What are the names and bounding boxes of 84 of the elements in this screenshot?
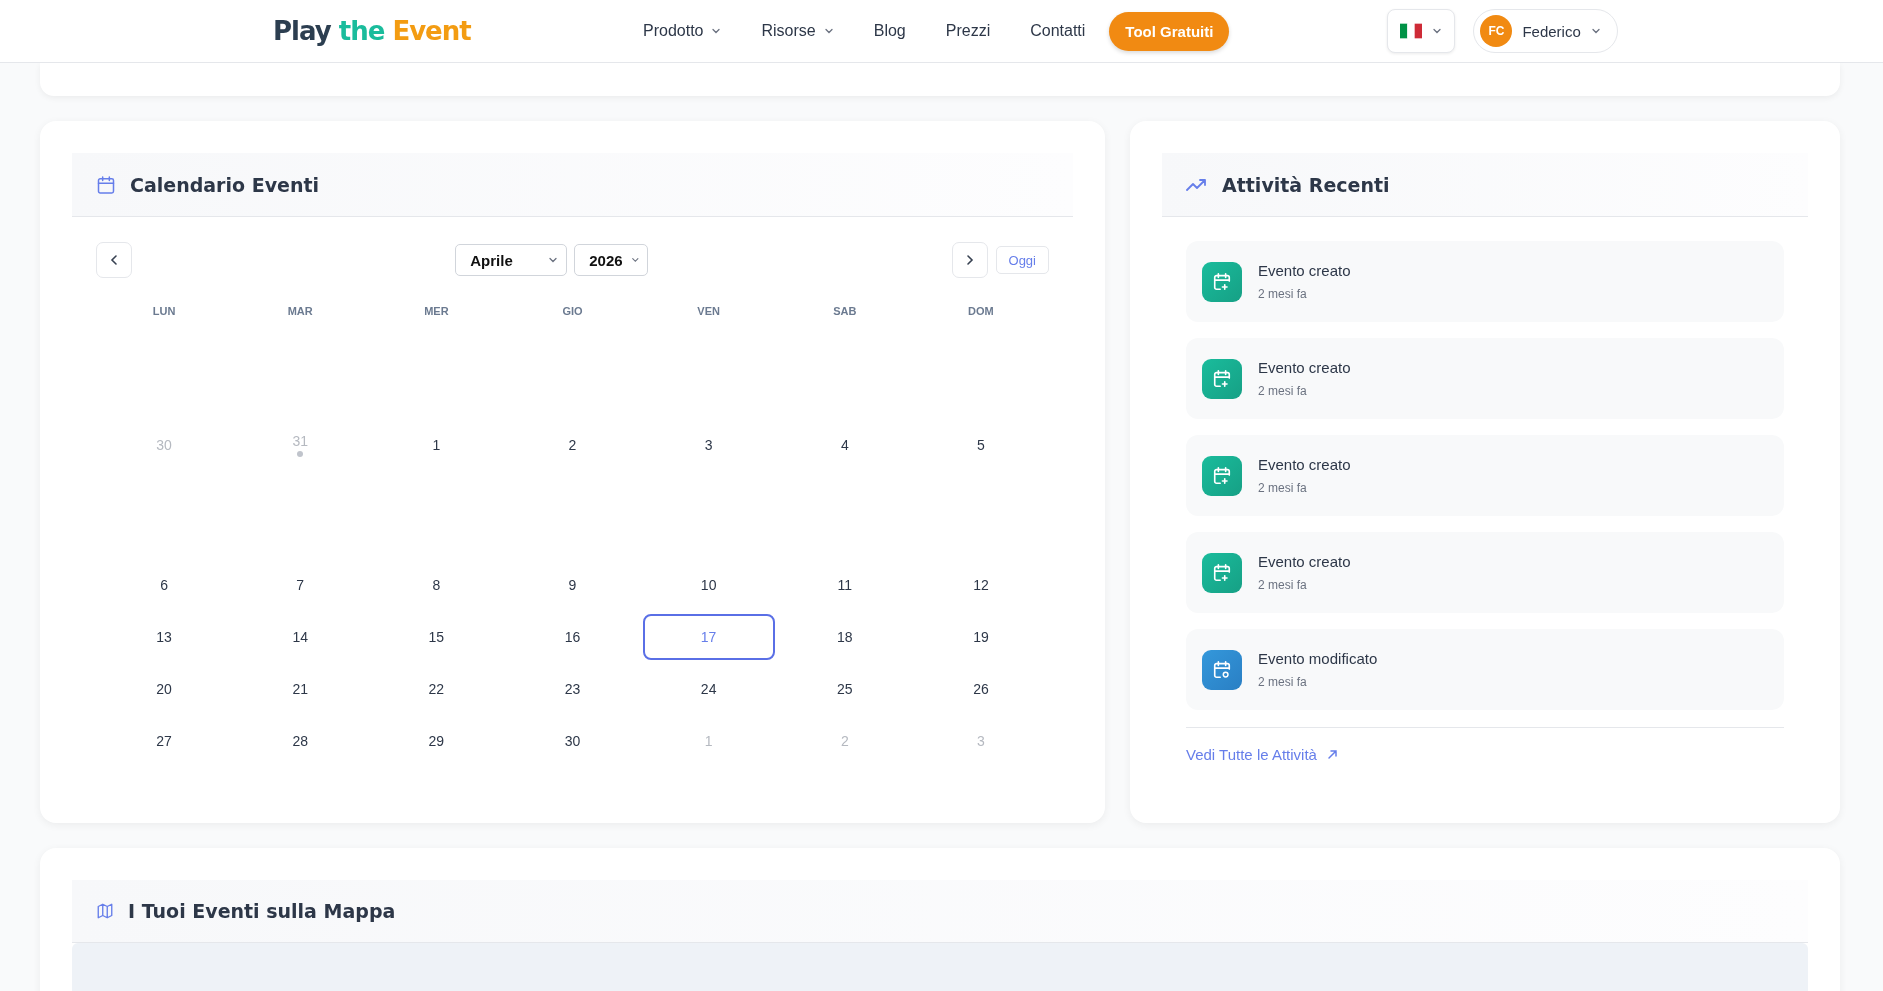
- card-title: Attività Recenti: [1222, 173, 1390, 196]
- activity-title: Evento creato: [1258, 553, 1351, 570]
- selected-day[interactable]: 17: [642, 614, 775, 660]
- chevron-right-icon: [964, 254, 975, 266]
- next-month-button[interactable]: [951, 242, 988, 278]
- avatar: FC: [1480, 15, 1513, 47]
- weekday-label: LUN: [152, 305, 176, 317]
- activity-item[interactable]: Evento creato 2 mesi fa: [1186, 435, 1784, 516]
- user-menu[interactable]: FC Federico: [1473, 9, 1618, 53]
- weekday-label: MER: [424, 305, 449, 317]
- card-title: I Tuoi Eventi sulla Mappa: [128, 900, 396, 922]
- chevron-left-icon: [109, 254, 119, 266]
- calendar-day[interactable]: 3: [700, 435, 717, 455]
- calendar-day[interactable]: 10: [696, 575, 721, 595]
- nav-link[interactable]: Blog: [873, 22, 906, 40]
- weekday-label: DOM: [968, 305, 994, 317]
- calendar-day[interactable]: 11: [833, 575, 857, 595]
- calendar-day[interactable]: 27: [152, 731, 176, 751]
- activity-title: Evento creato: [1258, 262, 1351, 279]
- activity-title: Evento modificato: [1258, 650, 1378, 667]
- caret-icon: [548, 255, 559, 265]
- activity-time: 2 mesi fa: [1258, 287, 1308, 301]
- calendar-day[interactable]: 4: [836, 435, 853, 455]
- logo[interactable]: Play the Event: [273, 16, 643, 46]
- calendar-day[interactable]: 5: [973, 435, 989, 455]
- weekday-label: GIO: [562, 305, 583, 317]
- month-select[interactable]: Aprile: [455, 244, 568, 276]
- activity-title: Evento creato: [1258, 359, 1351, 376]
- flag-icon: [1400, 23, 1423, 39]
- nav-link[interactable]: Prodotto: [643, 22, 722, 40]
- calendar-day[interactable]: 15: [424, 627, 449, 647]
- previous-month-button[interactable]: [96, 242, 132, 278]
- calendar-day[interactable]: 2: [564, 435, 581, 455]
- language-selector[interactable]: [1387, 9, 1456, 53]
- nav-link[interactable]: Contatti: [1030, 22, 1086, 40]
- user-name: Federico: [1522, 22, 1581, 40]
- activity-time: 2 mesi fa: [1258, 675, 1308, 689]
- chevron-down-icon: [1432, 26, 1443, 36]
- weekday-label: MAR: [287, 305, 313, 317]
- calendar-day[interactable]: 29: [424, 731, 449, 751]
- trending-up-icon: [1186, 176, 1208, 193]
- weekday-label: SAB: [833, 305, 857, 317]
- nav-link[interactable]: Risorse: [761, 22, 834, 40]
- chevron-down-icon: [1590, 26, 1601, 36]
- calendar-day[interactable]: 28: [288, 731, 312, 751]
- nav-link[interactable]: Prezzi: [945, 22, 991, 40]
- activity-time: 2 mesi fa: [1258, 578, 1308, 592]
- activity-item[interactable]: Evento creato 2 mesi fa: [1186, 241, 1784, 322]
- calendar-day[interactable]: 1: [428, 435, 445, 455]
- calendar-day[interactable]: 14: [288, 627, 312, 647]
- chevron-down-icon: [711, 26, 722, 36]
- year-select[interactable]: 2026: [574, 244, 649, 276]
- activity-item[interactable]: Evento modificato 2 mesi fa: [1186, 629, 1784, 710]
- calendar-day[interactable]: 8: [428, 575, 445, 595]
- chevron-down-icon: [823, 26, 834, 36]
- calendar-day[interactable]: 16: [560, 627, 585, 647]
- card-title: Calendario Eventi: [130, 173, 320, 196]
- calendar-day[interactable]: 24: [696, 679, 721, 699]
- weekday-label: VEN: [697, 305, 720, 317]
- calendar-day[interactable]: 6: [156, 575, 172, 595]
- calendar-day[interactable]: 7: [292, 575, 309, 595]
- calendar-icon: [96, 174, 116, 195]
- calendar-day[interactable]: 25: [833, 679, 857, 699]
- activity-item[interactable]: Evento creato 2 mesi fa: [1186, 532, 1784, 613]
- calendar-day[interactable]: 9: [564, 575, 581, 595]
- calendar-day[interactable]: 12: [969, 575, 993, 595]
- calendar-day[interactable]: 23: [560, 679, 585, 699]
- activity-time: 2 mesi fa: [1258, 481, 1308, 495]
- view-all-link[interactable]: Vedi Tutte le Attività: [1186, 746, 1317, 763]
- activity-time: 2 mesi fa: [1258, 384, 1308, 398]
- caret-icon: [630, 255, 640, 265]
- calendar-day[interactable]: 22: [424, 679, 449, 699]
- map-icon: [96, 902, 114, 920]
- activity-item[interactable]: Evento creato 2 mesi fa: [1186, 338, 1784, 419]
- activity-title: Evento creato: [1258, 456, 1351, 473]
- calendar-day[interactable]: 13: [152, 627, 176, 647]
- calendar-day[interactable]: 30: [560, 731, 585, 751]
- calendar-day[interactable]: 18: [833, 627, 857, 647]
- calendar-day[interactable]: 26: [969, 679, 993, 699]
- arrow-up-right-icon: [1326, 749, 1338, 760]
- calendar-day[interactable]: 21: [288, 679, 312, 699]
- calendar-day[interactable]: 20: [152, 679, 176, 699]
- today-button[interactable]: Oggi: [995, 246, 1049, 274]
- calendar-day[interactable]: 19: [969, 627, 993, 647]
